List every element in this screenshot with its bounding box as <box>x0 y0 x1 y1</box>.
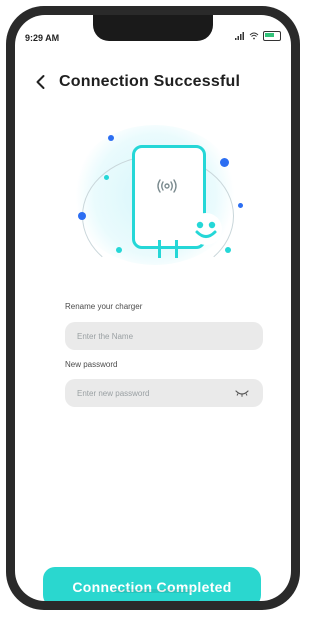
status-icons <box>235 31 281 41</box>
connection-completed-button[interactable]: Connection Completed <box>43 567 261 601</box>
charger-illustration <box>60 115 250 277</box>
charger-cable <box>158 240 178 258</box>
decor-dot <box>238 203 243 208</box>
notch <box>93 15 213 41</box>
password-field[interactable] <box>65 379 263 407</box>
chevron-left-icon[interactable] <box>33 74 49 90</box>
charger-name-input[interactable] <box>65 322 239 350</box>
cell-signal-icon <box>235 32 244 40</box>
status-time: 9:29 AM <box>25 33 60 43</box>
decor-dot <box>116 247 122 253</box>
eye-toggle-icon[interactable] <box>235 388 249 398</box>
password-input[interactable] <box>65 379 239 407</box>
phone-frame: 9:29 AM Connection Successful Rename you… <box>6 6 300 610</box>
wifi-status-icon <box>249 32 259 40</box>
decor-dot <box>108 135 114 141</box>
home-indicator <box>113 589 193 593</box>
battery-icon <box>263 31 281 41</box>
phone-screen: 9:29 AM Connection Successful Rename you… <box>15 15 291 601</box>
decor-dot <box>225 247 231 253</box>
decor-dot <box>78 212 86 220</box>
decor-dot <box>220 158 229 167</box>
rename-label: Rename your charger <box>65 302 143 311</box>
password-label: New password <box>65 360 118 369</box>
top-bar: Connection Successful <box>33 73 240 91</box>
decor-dot <box>104 175 109 180</box>
page-title: Connection Successful <box>59 73 241 90</box>
smile-face-icon <box>190 213 222 245</box>
rename-field[interactable] <box>65 322 263 350</box>
wifi-signal-icon <box>157 179 177 193</box>
